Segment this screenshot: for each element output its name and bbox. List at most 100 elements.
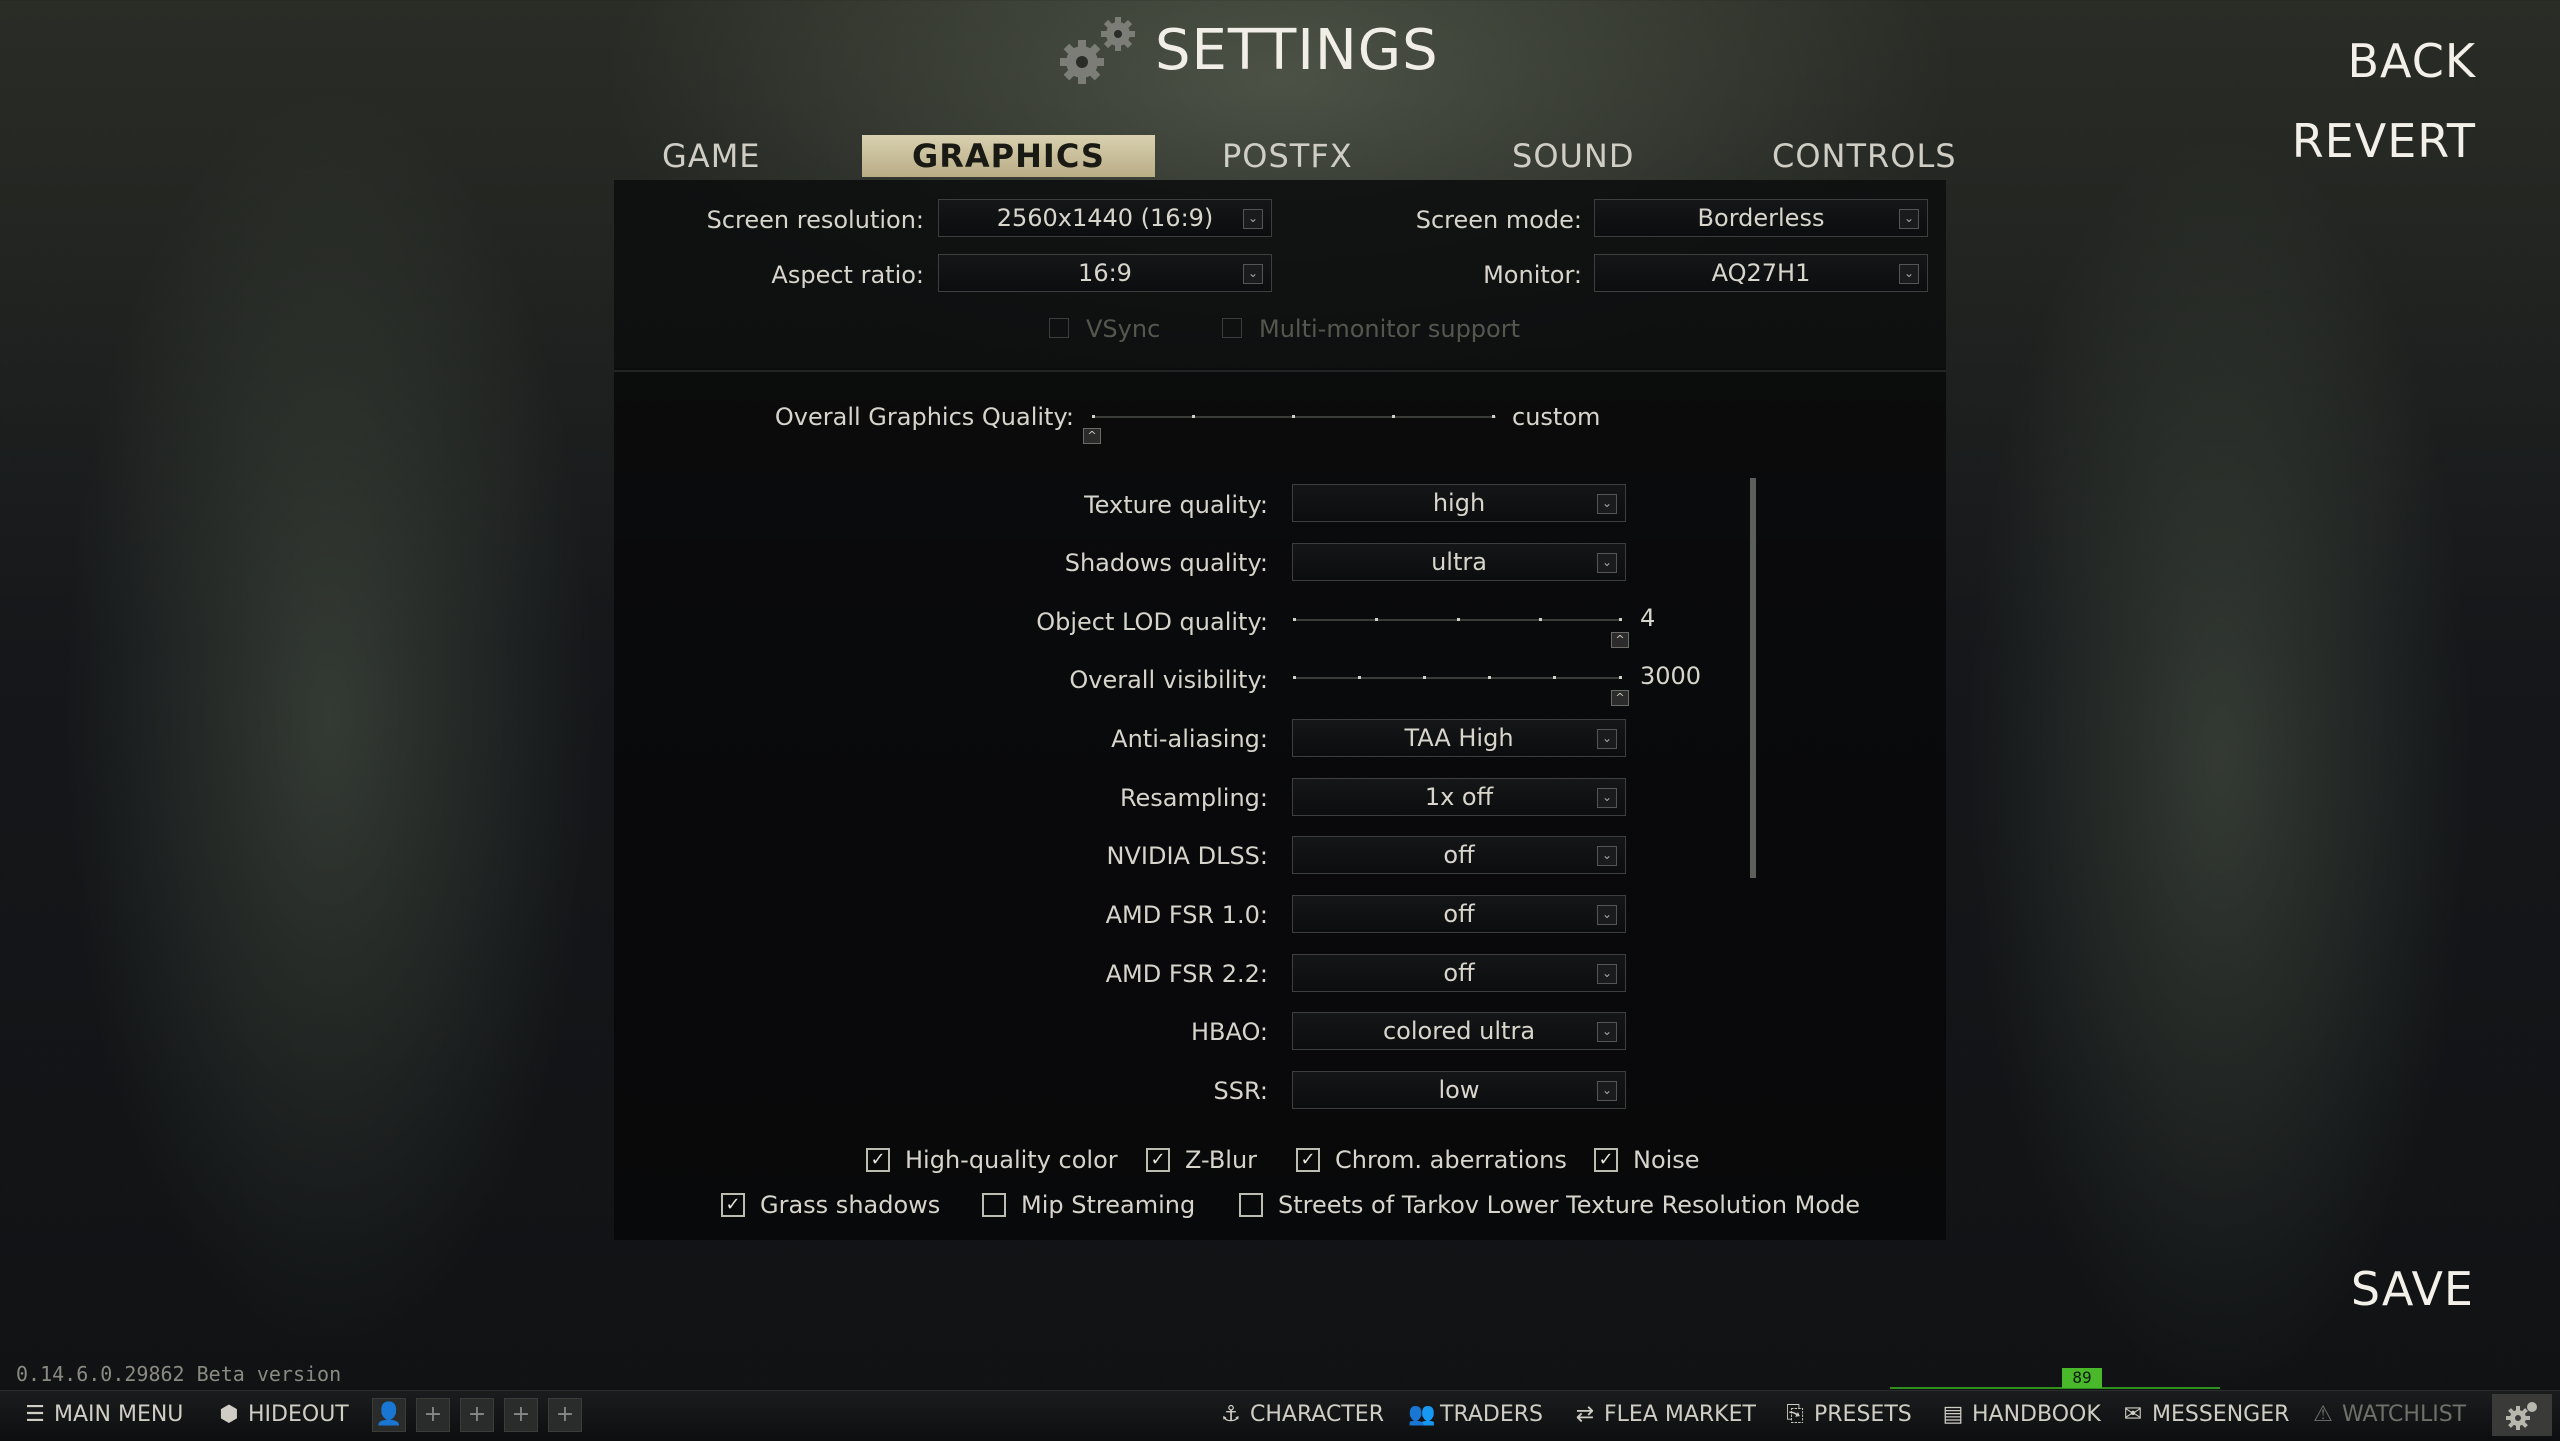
texture-quality-dropdown[interactable]: high ⌄ [1292,484,1626,522]
grass-shadows-checkbox[interactable]: ✓ [721,1193,745,1217]
flea-market-label: FLEA MARKET [1604,1402,1756,1427]
flea-market-icon: ⇄ [1575,1402,1595,1427]
add-slot-button[interactable]: + [548,1398,582,1432]
chevron-down-icon: ⌄ [1597,788,1617,808]
object-lod-slider[interactable]: ^ [1293,608,1629,654]
add-slot-button[interactable]: + [504,1398,538,1432]
chevron-down-icon: ⌄ [1597,905,1617,925]
scrollbar[interactable] [1750,478,1756,878]
presets-button[interactable]: ⎘ PRESETS [1782,1394,1912,1436]
profile-slot-button[interactable]: 👤 [372,1398,406,1432]
slider-tick [1293,676,1296,679]
handbook-button[interactable]: ▤ HANDBOOK [1940,1394,2101,1436]
slider-tick [1092,415,1095,418]
multi-monitor-checkbox[interactable] [1222,318,1242,338]
overall-quality-label: Overall Graphics Quality: [774,403,1074,431]
overall-visibility-value: 3000 [1640,662,1702,690]
slider-handle[interactable]: ^ [1611,690,1629,706]
vsync-label: VSync [1086,315,1161,343]
slider-tick [1423,676,1426,679]
hq-color-checkbox[interactable]: ✓ [866,1148,890,1172]
tab-postfx[interactable]: POSTFX [1222,135,1353,177]
slider-handle[interactable]: ^ [1083,428,1101,444]
messenger-label: MESSENGER [2152,1402,2290,1427]
slider-tick [1457,618,1460,621]
texture-quality-label: Texture quality: [1084,491,1268,519]
screen-mode-label: Screen mode: [1415,206,1582,234]
streets-lowres-checkbox[interactable] [1239,1193,1263,1217]
aspect-ratio-label: Aspect ratio: [771,261,924,289]
slider-handle[interactable]: ^ [1611,632,1629,648]
back-button[interactable]: BACK [2347,34,2476,88]
traders-button[interactable]: 👥 TRADERS [1408,1394,1543,1436]
overall-visibility-slider[interactable]: ^ [1293,666,1629,712]
tab-sound[interactable]: SOUND [1512,135,1635,177]
fps-graph-line [1890,1387,2220,1389]
monitor-dropdown[interactable]: AQ27H1 ⌄ [1594,254,1928,292]
anti-aliasing-dropdown[interactable]: TAA High ⌄ [1292,719,1626,757]
dlss-value: off [1443,841,1475,869]
overall-quality-value: custom [1512,403,1601,431]
settings-button[interactable] [2492,1394,2552,1436]
screen-resolution-dropdown[interactable]: 2560x1440 (16:9) ⌄ [938,199,1272,237]
hideout-label: HIDEOUT [248,1402,349,1427]
hbao-value: colored ultra [1382,1017,1536,1045]
overall-visibility-label: Overall visibility: [1069,666,1268,694]
version-text: 0.14.6.0.29862 Beta version [16,1362,342,1386]
shadows-quality-value: ultra [1431,548,1487,576]
streets-lowres-label: Streets of Tarkov Lower Texture Resoluti… [1278,1191,1861,1219]
chevron-down-icon: ⌄ [1597,729,1617,749]
hbao-dropdown[interactable]: colored ultra ⌄ [1292,1012,1626,1050]
mip-streaming-checkbox[interactable] [982,1193,1006,1217]
screen-mode-dropdown[interactable]: Borderless ⌄ [1594,199,1928,237]
watchlist-button[interactable]: ⚠ WATCHLIST [2310,1394,2466,1436]
flea-market-button[interactable]: ⇄ FLEA MARKET [1572,1394,1756,1436]
monitor-label: Monitor: [1483,261,1582,289]
main-menu-label: MAIN MENU [54,1402,184,1427]
character-button[interactable]: ⚓ CHARACTER [1218,1394,1384,1436]
slider-tick [1358,676,1361,679]
plus-icon: + [511,1402,531,1427]
tab-game[interactable]: GAME [662,135,761,177]
zblur-checkbox[interactable]: ✓ [1146,1148,1170,1172]
revert-button[interactable]: REVERT [2292,114,2476,168]
shadows-quality-label: Shadows quality: [1064,549,1268,577]
tab-controls[interactable]: CONTROLS [1772,135,1957,177]
anti-aliasing-value: TAA High [1404,724,1514,752]
gear-icon [2506,1402,2537,1430]
hideout-button[interactable]: ⬢ HIDEOUT [216,1394,349,1436]
slider-tick [1619,618,1622,621]
tab-graphics[interactable]: GRAPHICS [862,135,1155,177]
ssr-value: low [1438,1076,1480,1104]
fsr22-value: off [1443,959,1475,987]
hamburger-icon: ☰ [25,1402,45,1427]
fsr22-dropdown[interactable]: off ⌄ [1292,954,1626,992]
slider-tick [1293,618,1296,621]
noise-checkbox[interactable]: ✓ [1594,1148,1618,1172]
presets-label: PRESETS [1814,1402,1912,1427]
fsr10-dropdown[interactable]: off ⌄ [1292,895,1626,933]
handbook-label: HANDBOOK [1972,1402,2101,1427]
overall-quality-slider[interactable]: ^ [1083,404,1496,444]
resampling-dropdown[interactable]: 1x off ⌄ [1292,778,1626,816]
add-slot-button[interactable]: + [416,1398,450,1432]
texture-quality-value: high [1432,489,1486,517]
dlss-dropdown[interactable]: off ⌄ [1292,836,1626,874]
chevron-down-icon: ⌄ [1597,964,1617,984]
chevron-down-icon: ⌄ [1243,209,1263,229]
traders-label: TRADERS [1440,1402,1543,1427]
aspect-ratio-dropdown[interactable]: 16:9 ⌄ [938,254,1272,292]
save-button[interactable]: SAVE [2351,1262,2474,1316]
screen-resolution-value: 2560x1440 (16:9) [996,204,1214,232]
messenger-button[interactable]: ✉ MESSENGER [2120,1394,2290,1436]
noise-label: Noise [1633,1146,1700,1174]
shadows-quality-dropdown[interactable]: ultra ⌄ [1292,543,1626,581]
person-icon: 👤 [375,1402,403,1427]
add-slot-button[interactable]: + [460,1398,494,1432]
main-menu-button[interactable]: ☰ MAIN MENU [22,1394,183,1436]
chrom-aberrations-checkbox[interactable]: ✓ [1296,1148,1320,1172]
ssr-dropdown[interactable]: low ⌄ [1292,1071,1626,1109]
vsync-checkbox[interactable] [1049,318,1069,338]
slider-tick [1492,415,1495,418]
chevron-down-icon: ⌄ [1243,264,1263,284]
